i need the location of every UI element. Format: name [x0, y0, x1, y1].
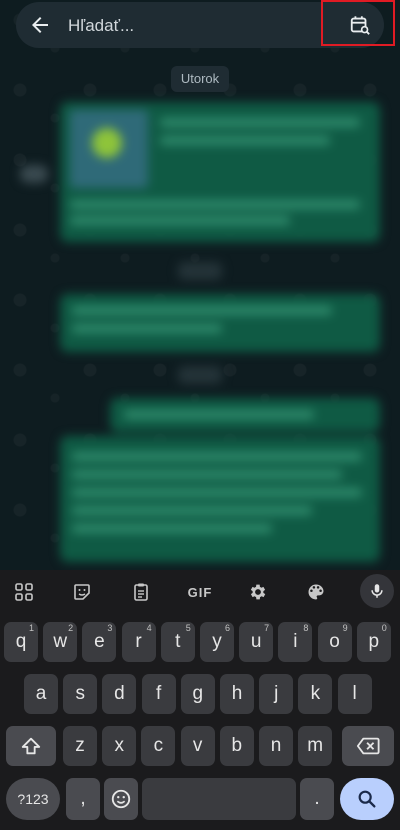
chat-background: Utorok — [0, 0, 400, 570]
period-key[interactable]: . — [300, 778, 334, 820]
key-z[interactable]: z — [63, 726, 97, 766]
key-hint: 1 — [28, 623, 34, 633]
key-b[interactable]: b — [219, 726, 254, 766]
key-c[interactable]: c — [141, 726, 176, 766]
key-d[interactable]: d — [102, 674, 137, 714]
key-v[interactable]: v — [180, 726, 215, 766]
key-label: q — [15, 631, 27, 652]
clipboard-icon[interactable] — [125, 578, 157, 606]
message-text-line — [124, 410, 314, 419]
key-label: t — [175, 631, 181, 652]
search-icon — [358, 790, 376, 808]
gif-label: GIF — [187, 584, 213, 600]
message-text-line — [72, 470, 342, 479]
key-p[interactable]: p0 — [356, 622, 391, 662]
microphone-icon[interactable] — [360, 574, 394, 608]
message-text-line — [72, 324, 222, 333]
grid-icon[interactable] — [8, 578, 40, 606]
key-u[interactable]: u7 — [239, 622, 274, 662]
key-r[interactable]: r4 — [121, 622, 156, 662]
key-hint: 5 — [185, 623, 191, 633]
key-f[interactable]: f — [141, 674, 176, 714]
key-label: u — [250, 631, 262, 652]
key-label: o — [329, 631, 340, 652]
backspace-key[interactable] — [342, 726, 394, 766]
key-hint: 0 — [381, 623, 387, 633]
message-text-line — [70, 216, 290, 225]
message-text-line — [72, 452, 362, 461]
date-chip: Utorok — [171, 66, 229, 92]
key-hint: 9 — [342, 623, 348, 633]
key-label: w — [53, 631, 68, 652]
palette-icon[interactable] — [300, 578, 332, 606]
emoji-key[interactable] — [104, 778, 138, 820]
key-hint: 2 — [68, 623, 74, 633]
message-text-line — [160, 118, 360, 127]
gear-icon[interactable] — [242, 578, 274, 606]
key-hint: 8 — [303, 623, 309, 633]
space-key[interactable] — [142, 778, 296, 820]
message-text-line — [72, 524, 272, 533]
key-x[interactable]: x — [102, 726, 137, 766]
key-h[interactable]: h — [220, 674, 254, 714]
key-g[interactable]: g — [180, 674, 215, 714]
key-o[interactable]: o9 — [317, 622, 352, 662]
key-hint: 7 — [264, 623, 270, 633]
sticker-icon[interactable] — [66, 578, 98, 606]
key-label: y — [212, 631, 222, 652]
shift-key[interactable] — [6, 726, 56, 766]
search-by-date-button[interactable] — [321, 0, 395, 46]
arrow-left-icon[interactable] — [28, 13, 52, 37]
key-w[interactable]: w2 — [43, 622, 78, 662]
message-bubble — [60, 294, 380, 352]
key-a[interactable]: a — [24, 674, 58, 714]
comma-key[interactable]: , — [66, 778, 100, 820]
key-label: i — [293, 631, 298, 652]
key-q[interactable]: q1 — [4, 622, 38, 662]
search-bar — [16, 0, 395, 48]
key-k[interactable]: k — [298, 674, 333, 714]
key-y[interactable]: y6 — [200, 622, 234, 662]
message-text-line — [70, 200, 360, 209]
gif-button[interactable]: GIF — [184, 578, 216, 606]
key-hint: 4 — [146, 623, 152, 633]
key-label: r — [135, 631, 142, 652]
key-m[interactable]: m — [298, 726, 333, 766]
message-text-line — [72, 306, 332, 315]
key-hint: 3 — [107, 623, 113, 633]
keyboard: GIF q1w2e3r4t5y6u7i8o9p0 asdfghjkl zxcvb… — [0, 570, 400, 830]
message-text-line — [72, 506, 312, 515]
search-key[interactable] — [340, 778, 394, 820]
key-hint: 6 — [224, 623, 230, 633]
key-label: p — [368, 631, 380, 652]
calendar-search-icon — [350, 16, 370, 35]
keyboard-toolbar: GIF — [0, 570, 400, 614]
message-text-line — [72, 488, 362, 497]
blurred-chip — [178, 366, 222, 384]
message-text-line — [160, 136, 330, 145]
key-e[interactable]: e3 — [82, 622, 117, 662]
key-n[interactable]: n — [259, 726, 293, 766]
link-thumbnail — [70, 110, 148, 188]
key-l[interactable]: l — [337, 674, 372, 714]
key-j[interactable]: j — [259, 674, 294, 714]
symbols-key[interactable]: ?123 — [6, 778, 60, 820]
key-t[interactable]: t5 — [160, 622, 195, 662]
blurred-chip — [178, 262, 222, 280]
avatar-placeholder — [20, 165, 48, 183]
key-i[interactable]: i8 — [278, 622, 313, 662]
key-label: e — [94, 631, 105, 652]
emoji-icon — [111, 789, 131, 809]
search-input[interactable] — [66, 10, 320, 42]
key-s[interactable]: s — [63, 674, 98, 714]
